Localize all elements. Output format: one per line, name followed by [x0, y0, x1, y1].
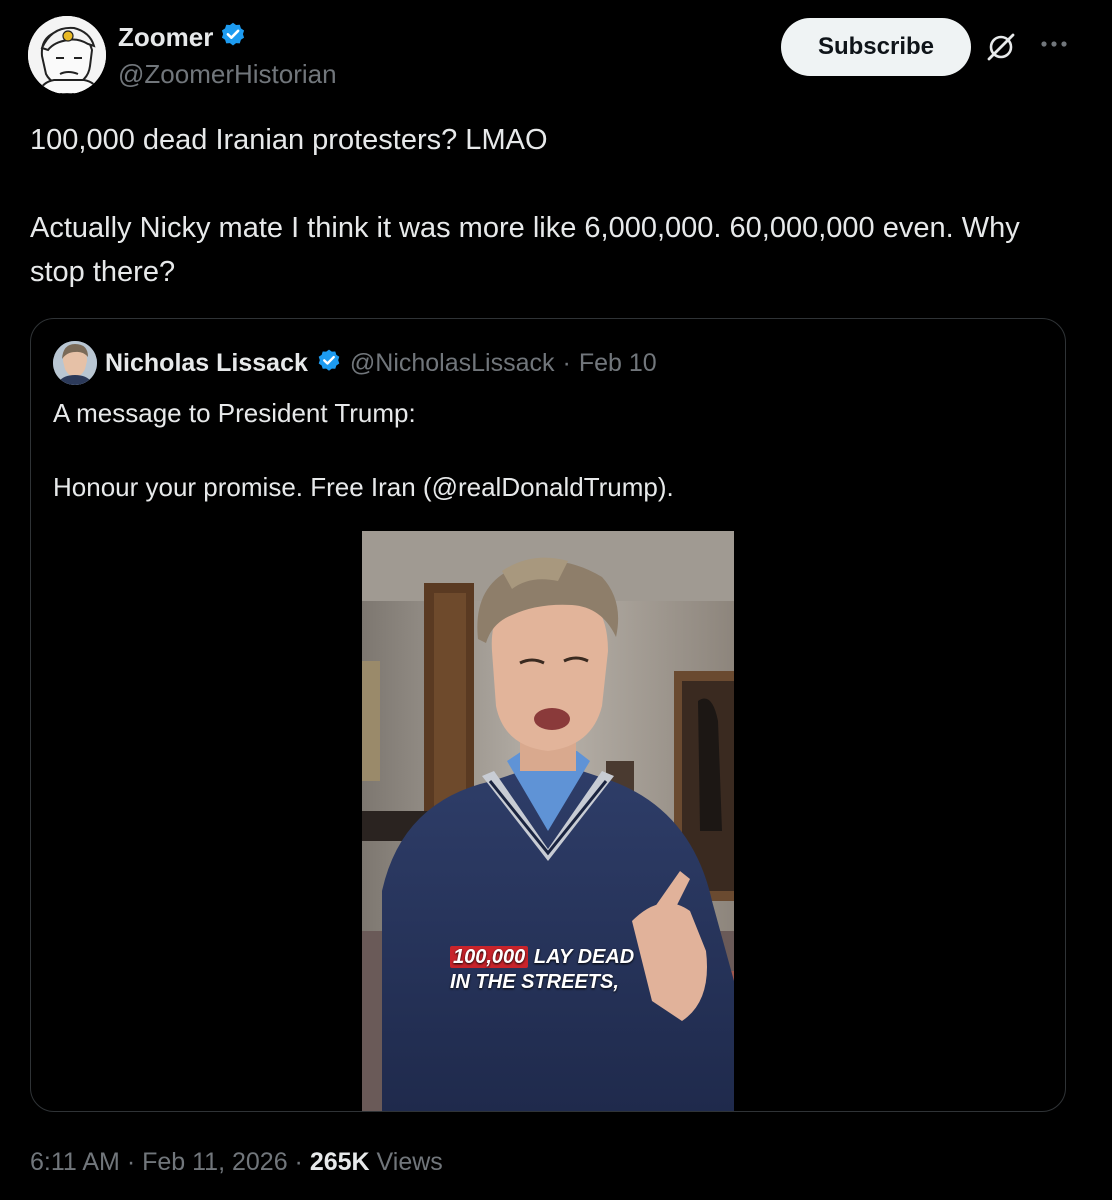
quoted-text-line: A message to President Trump:: [53, 398, 416, 428]
video-caption-line1: LAY DEAD: [533, 946, 635, 968]
video-thumbnail[interactable]: 100,000 LAY DEAD IN THE STREETS,: [362, 531, 734, 1111]
grok-icon[interactable]: [984, 30, 1018, 64]
views-label: Views: [376, 1148, 443, 1176]
quoted-author-name[interactable]: Nicholas Lissack: [105, 349, 308, 378]
tweet-text-line: 100,000 dead Iranian protesters? LMAO: [30, 124, 548, 156]
video-caption-line2: IN THE STREETS,: [450, 971, 619, 993]
tweet-body: 100,000 dead Iranian protesters? LMAO Ac…: [30, 118, 1040, 294]
tweet-time[interactable]: 6:11 AM: [30, 1148, 120, 1176]
quoted-tweet-body: A message to President Trump: Honour you…: [53, 393, 1043, 507]
video-frame-illustration: [362, 531, 734, 1111]
quoted-tweet-date[interactable]: Feb 10: [579, 349, 657, 378]
views-count[interactable]: 265K: [310, 1148, 370, 1176]
verified-badge-icon: [316, 348, 342, 379]
quoted-author-handle[interactable]: @NicholasLissack: [350, 349, 555, 378]
author-display-name[interactable]: Zoomer: [118, 22, 213, 53]
author-name-row: Zoomer: [118, 21, 247, 54]
author-handle[interactable]: @ZoomerHistorian: [118, 59, 337, 90]
tweet-text-line: Actually Nicky mate I think it was more …: [30, 212, 1020, 288]
video-caption: 100,000 LAY DEAD IN THE STREETS,: [450, 945, 634, 995]
author-avatar[interactable]: [28, 16, 106, 94]
tweet-metadata: 6:11 AM · Feb 11, 2026 · 265K Views: [30, 1148, 443, 1177]
quoted-tweet-header: Nicholas Lissack @NicholasLissack · Feb …: [53, 341, 657, 385]
quoted-text-line: Honour your promise. Free Iran (@realDon…: [53, 472, 674, 502]
quoted-tweet-card[interactable]: Nicholas Lissack @NicholasLissack · Feb …: [30, 318, 1066, 1112]
tweet-date[interactable]: Feb 11, 2026: [142, 1148, 287, 1176]
separator-dot: ·: [562, 348, 571, 377]
separator-dot: ·: [294, 1148, 303, 1176]
subscribe-button[interactable]: Subscribe: [781, 18, 971, 76]
more-options-icon[interactable]: [1036, 32, 1072, 56]
quoted-author-avatar[interactable]: [53, 341, 97, 385]
tweet-header: Zoomer @ZoomerHistorian Subscribe: [28, 16, 1088, 96]
video-caption-highlight: 100,000: [450, 946, 529, 968]
verified-badge-icon: [219, 21, 247, 54]
separator-dot: ·: [126, 1148, 136, 1176]
